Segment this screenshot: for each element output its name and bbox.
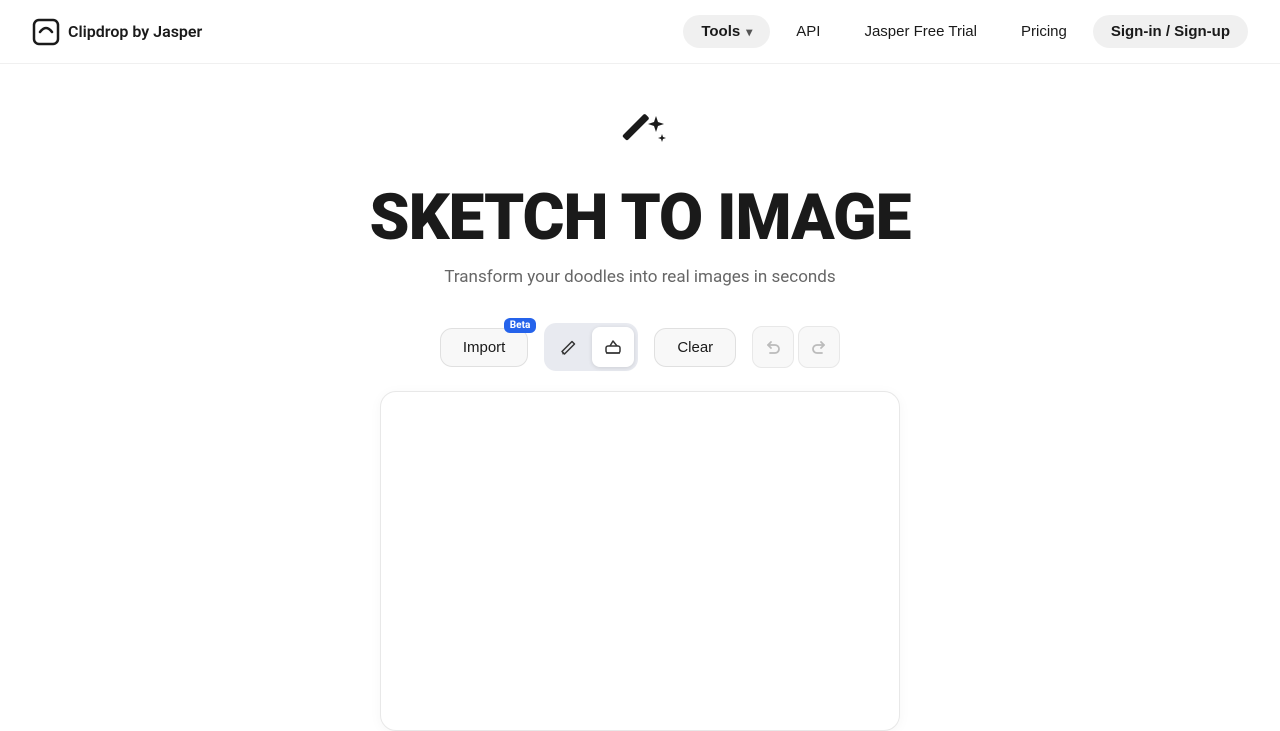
api-button[interactable]: API [778,15,838,48]
redo-button[interactable] [798,326,840,368]
drawing-canvas[interactable] [380,391,900,731]
jasper-trial-button[interactable]: Jasper Free Trial [846,15,995,48]
redo-icon [810,338,828,356]
page-subtitle: Transform your doodles into real images … [444,267,835,287]
draw-tools-group [544,323,638,371]
chevron-down-icon: ▾ [746,25,752,39]
main-content: SKETCH TO IMAGE Transform your doodles i… [0,64,1280,731]
tools-label: Tools [701,23,740,40]
undo-icon [764,338,782,356]
api-label: API [796,23,820,40]
signin-label: Sign-in / Sign-up [1111,23,1230,40]
import-button[interactable]: Import [440,328,529,367]
clear-button[interactable]: Clear [654,328,736,367]
undo-button[interactable] [752,326,794,368]
logo-text: Clipdrop by Jasper [68,22,202,41]
page-title: SKETCH TO IMAGE [370,180,911,255]
undo-redo-group [752,326,840,368]
import-wrapper: Beta Import [440,328,529,367]
magic-wand-icon [612,112,668,168]
eraser-icon [603,337,623,357]
eraser-tool-button[interactable] [592,327,634,367]
pencil-icon [559,337,579,357]
navbar-right: Tools ▾ API Jasper Free Trial Pricing Si… [683,15,1248,48]
clipdrop-logo-icon [32,18,60,46]
logo[interactable]: Clipdrop by Jasper [32,18,202,46]
import-label: Import [463,339,506,356]
pricing-button[interactable]: Pricing [1003,15,1085,48]
tools-button[interactable]: Tools ▾ [683,15,770,48]
beta-badge: Beta [504,318,537,333]
clear-label: Clear [677,339,713,356]
toolbar: Beta Import Clear [440,323,840,371]
pricing-label: Pricing [1021,23,1067,40]
jasper-trial-label: Jasper Free Trial [864,23,977,40]
pencil-tool-button[interactable] [548,327,590,367]
navbar: Clipdrop by Jasper Tools ▾ API Jasper Fr… [0,0,1280,64]
signin-button[interactable]: Sign-in / Sign-up [1093,15,1248,48]
